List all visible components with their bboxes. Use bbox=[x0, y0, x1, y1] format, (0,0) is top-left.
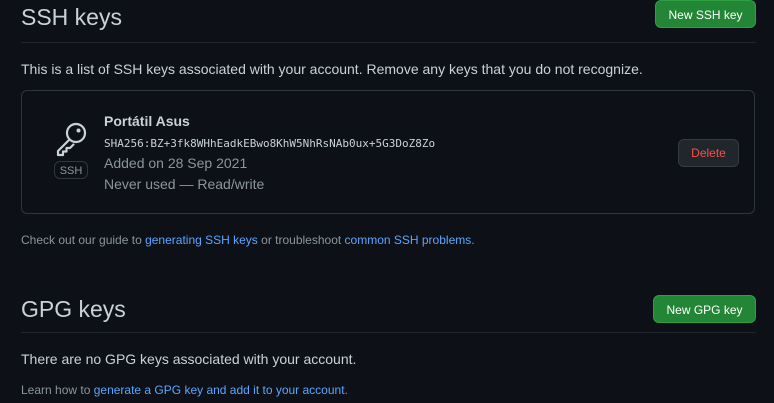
ssh-guide-note: Check out our guide to generating SSH ke… bbox=[21, 233, 475, 247]
gpg-section-title: GPG keys bbox=[21, 295, 126, 322]
settings-keys-page: SSH keys New SSH key This is a list of S… bbox=[0, 0, 774, 403]
key-type-badge: SSH bbox=[54, 161, 88, 179]
ssh-section-title: SSH keys bbox=[21, 3, 122, 30]
key-added-date: Added on 28 Sep 2021 bbox=[104, 155, 248, 171]
gpg-section-header: GPG keys New GPG key bbox=[21, 286, 756, 333]
gpg-empty-message: There are no GPG keys associated with yo… bbox=[21, 351, 357, 367]
gpg-learn-prefix: Learn how to bbox=[21, 383, 94, 397]
ssh-key-item: SSH Portátil Asus SHA256:BZ+3fk8WHhEadkE… bbox=[21, 90, 755, 214]
new-gpg-key-button[interactable]: New GPG key bbox=[653, 295, 756, 323]
ssh-section-header: SSH keys New SSH key bbox=[21, 0, 756, 43]
key-title: Portátil Asus bbox=[104, 113, 190, 129]
gpg-learn-note: Learn how to generate a GPG key and add … bbox=[21, 383, 348, 397]
ssh-guide-suffix: . bbox=[471, 233, 475, 247]
ssh-guide-prefix: Check out our guide to bbox=[21, 233, 146, 247]
key-icon bbox=[54, 121, 90, 157]
delete-key-button[interactable]: Delete bbox=[678, 139, 739, 167]
generate-gpg-key-link[interactable]: generate a GPG key and add it to your ac… bbox=[94, 383, 345, 397]
common-ssh-problems-link[interactable]: common SSH problems bbox=[345, 233, 472, 247]
new-ssh-key-button[interactable]: New SSH key bbox=[655, 0, 756, 28]
generating-ssh-keys-link[interactable]: generating SSH keys bbox=[145, 233, 258, 247]
key-fingerprint: SHA256:BZ+3fk8WHhEadkEBwo8KhW5NhRsNAb0ux… bbox=[104, 137, 436, 150]
ssh-guide-middle: or troubleshoot bbox=[257, 233, 345, 247]
key-usage-status: Never used — Read/write bbox=[104, 176, 265, 192]
ssh-description: This is a list of SSH keys associated wi… bbox=[21, 61, 643, 77]
gpg-learn-suffix: . bbox=[344, 383, 348, 397]
